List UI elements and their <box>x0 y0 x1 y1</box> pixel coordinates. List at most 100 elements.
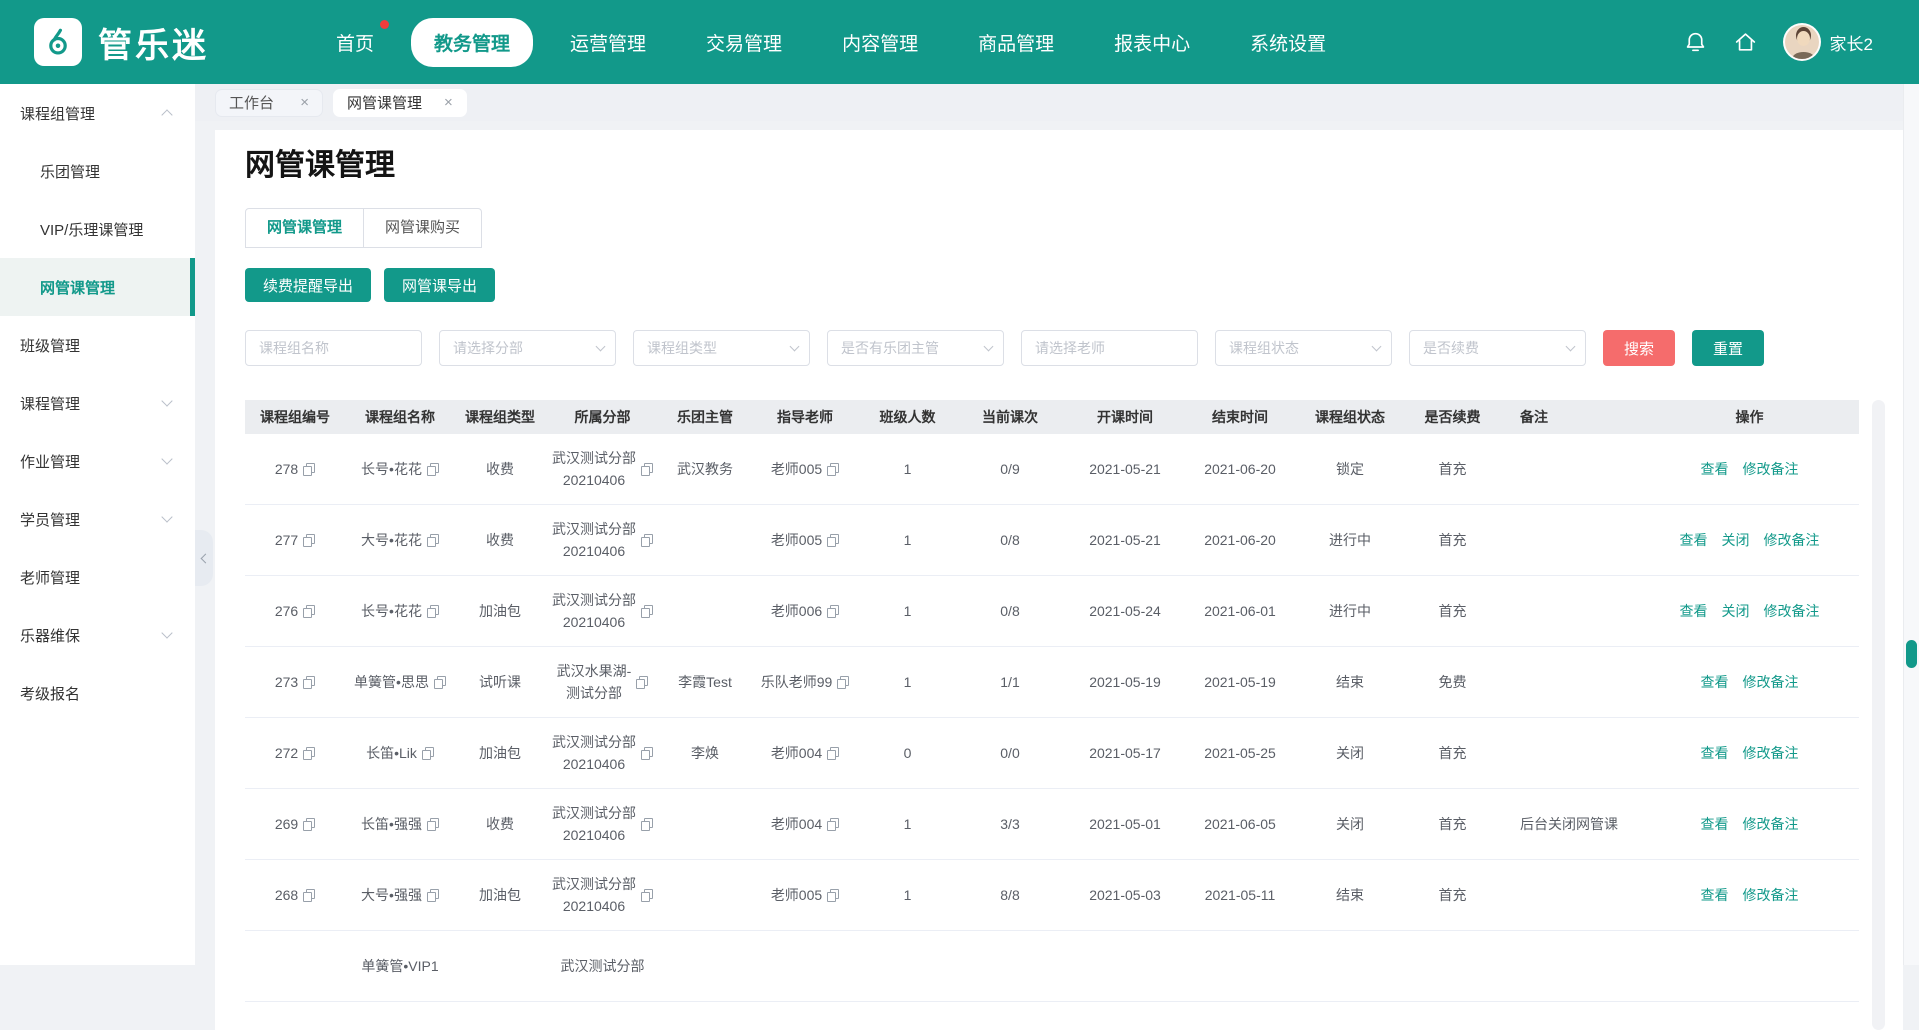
copy-icon[interactable] <box>641 818 653 831</box>
copy-icon[interactable] <box>427 605 439 618</box>
topnav-item-4[interactable]: 交易管理 <box>683 18 805 67</box>
view-link[interactable]: 查看 <box>1701 742 1729 764</box>
page-scrollbar[interactable] <box>1903 84 1919 965</box>
cell-text: 武汉测试分部 20210406 <box>552 731 636 775</box>
copy-icon[interactable] <box>427 534 439 547</box>
page-tab-1[interactable]: 网管课管理 <box>246 209 364 247</box>
copy-icon[interactable] <box>641 605 653 618</box>
copy-icon[interactable] <box>641 747 653 760</box>
cell-content: 278 <box>275 458 315 480</box>
view-link[interactable]: 查看 <box>1701 671 1729 693</box>
edit-remark-link[interactable]: 修改备注 <box>1743 671 1799 693</box>
close-link[interactable]: 关闭 <box>1722 600 1750 622</box>
topnav-item-8[interactable]: 系统设置 <box>1227 18 1349 67</box>
sidebar-item-2[interactable]: 班级管理 <box>0 316 195 374</box>
course-group-status-select[interactable]: 课程组状态 <box>1215 330 1392 366</box>
sidebar-item-3[interactable]: 课程管理 <box>0 374 195 432</box>
cell-content: 加油包 <box>479 600 521 622</box>
close-link[interactable]: 关闭 <box>1722 529 1750 551</box>
teacher-input[interactable] <box>1021 330 1198 366</box>
edit-remark-link[interactable]: 修改备注 <box>1743 813 1799 835</box>
topnav-item-2[interactable]: 教务管理 <box>411 18 533 67</box>
course-group-type-select[interactable]: 课程组类型 <box>633 330 810 366</box>
edit-remark-link[interactable]: 修改备注 <box>1743 742 1799 764</box>
copy-icon[interactable] <box>303 676 315 689</box>
cell-text: 273 <box>275 671 298 693</box>
copy-icon[interactable] <box>303 463 315 476</box>
topnav-item-3[interactable]: 运营管理 <box>547 18 669 67</box>
copy-icon[interactable] <box>636 676 648 689</box>
cell-text: 277 <box>275 529 298 551</box>
home-icon[interactable] <box>1733 29 1759 55</box>
copy-icon[interactable] <box>303 889 315 902</box>
cell-text: 2021-05-21 <box>1089 529 1161 551</box>
sidebar-subitem-label: 网管课管理 <box>40 277 175 298</box>
table-scrollbar[interactable] <box>1872 400 1885 1030</box>
edit-remark-link[interactable]: 修改备注 <box>1764 529 1820 551</box>
page-tab-2[interactable]: 网管课购买 <box>364 209 481 247</box>
course-group-name-input[interactable] <box>245 330 422 366</box>
view-link[interactable]: 查看 <box>1701 813 1729 835</box>
copy-icon[interactable] <box>827 605 839 618</box>
page-scrollbar-thumb[interactable] <box>1906 640 1917 668</box>
copy-icon[interactable] <box>303 534 315 547</box>
sidebar-item-4[interactable]: 作业管理 <box>0 432 195 490</box>
copy-icon[interactable] <box>827 818 839 831</box>
copy-icon[interactable] <box>303 818 315 831</box>
branch-select[interactable]: 请选择分部 <box>439 330 616 366</box>
tab-close-icon[interactable]: × <box>444 95 453 110</box>
edit-remark-link[interactable]: 修改备注 <box>1743 458 1799 480</box>
edit-remark-link[interactable]: 修改备注 <box>1764 600 1820 622</box>
copy-icon[interactable] <box>434 676 446 689</box>
column-header-label: 乐团主管 <box>677 406 733 428</box>
sidebar-subitem-1-3[interactable]: 网管课管理 <box>0 258 195 316</box>
copy-icon[interactable] <box>427 889 439 902</box>
sidebar-subitem-1-1[interactable]: 乐团管理 <box>0 142 195 200</box>
view-link[interactable]: 查看 <box>1680 529 1708 551</box>
search-button[interactable]: 搜索 <box>1603 330 1675 366</box>
copy-icon[interactable] <box>427 463 439 476</box>
tab-close-icon[interactable]: × <box>300 95 309 110</box>
copy-icon[interactable] <box>827 747 839 760</box>
copy-icon[interactable] <box>827 463 839 476</box>
view-tab-2[interactable]: 网管课管理× <box>333 89 467 117</box>
topnav-item-1[interactable]: 首页 <box>313 18 397 67</box>
view-link[interactable]: 查看 <box>1680 600 1708 622</box>
view-link[interactable]: 查看 <box>1701 884 1729 906</box>
has-band-leader-select[interactable]: 是否有乐团主管 <box>827 330 1004 366</box>
view-link[interactable]: 查看 <box>1701 458 1729 480</box>
user-menu[interactable]: 家长2 <box>1783 23 1873 61</box>
sidebar-item-6[interactable]: 老师管理 <box>0 548 195 606</box>
copy-icon[interactable] <box>641 889 653 902</box>
sidebar-subitem-1-2[interactable]: VIP/乐理课管理 <box>0 200 195 258</box>
copy-icon[interactable] <box>303 747 315 760</box>
copy-icon[interactable] <box>422 747 434 760</box>
view-tab-1[interactable]: 工作台× <box>215 89 323 117</box>
sidebar-item-7[interactable]: 乐器维保 <box>0 606 195 664</box>
topnav-item-5[interactable]: 内容管理 <box>819 18 941 67</box>
topnav-item-6[interactable]: 商品管理 <box>955 18 1077 67</box>
cell-content: 8/8 <box>1000 884 1019 906</box>
topnav-item-7[interactable]: 报表中心 <box>1091 18 1213 67</box>
renewal-select[interactable]: 是否续费 <box>1409 330 1586 366</box>
copy-icon[interactable] <box>837 676 849 689</box>
copy-icon[interactable] <box>827 534 839 547</box>
sidebar-collapse-handle[interactable] <box>195 530 213 586</box>
sidebar-item-1[interactable]: 课程组管理 <box>0 84 195 142</box>
edit-remark-link[interactable]: 修改备注 <box>1743 884 1799 906</box>
copy-icon[interactable] <box>641 534 653 547</box>
copy-icon[interactable] <box>303 605 315 618</box>
copy-icon[interactable] <box>641 463 653 476</box>
chevron-down-icon <box>161 395 172 406</box>
cell-text: 进行中 <box>1329 600 1371 622</box>
renewal-reminder-export-button[interactable]: 续费提醒导出 <box>245 268 371 302</box>
online-course-export-button[interactable]: 网管课导出 <box>384 268 495 302</box>
reset-button[interactable]: 重置 <box>1692 330 1764 366</box>
copy-icon[interactable] <box>827 889 839 902</box>
cell-content: 0 <box>904 742 912 764</box>
sidebar-item-8[interactable]: 考级报名 <box>0 664 195 722</box>
bell-icon[interactable] <box>1683 29 1709 55</box>
sidebar-item-5[interactable]: 学员管理 <box>0 490 195 548</box>
copy-icon[interactable] <box>427 818 439 831</box>
sidebar-subitem-label: VIP/乐理课管理 <box>40 219 175 240</box>
